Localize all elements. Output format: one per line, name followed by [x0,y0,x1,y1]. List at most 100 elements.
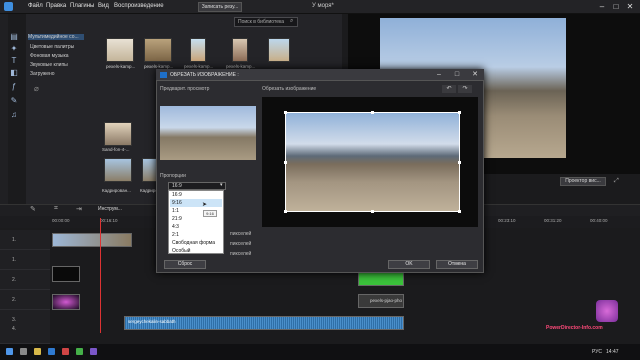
crop-handle[interactable] [371,210,374,213]
crop-handle[interactable] [284,161,287,164]
media-thumb[interactable] [104,122,132,146]
search-input[interactable]: Поиск в библиотека [234,17,298,27]
tooltip: 9:16 [203,210,217,217]
ok-button[interactable]: OK [388,260,430,269]
media-thumb[interactable] [190,38,206,62]
crop-label: Обрезать изображение [262,86,317,92]
ratio-option[interactable]: 4:3 [170,223,222,231]
ratio-option[interactable]: Особый [170,247,222,255]
pip-icon[interactable]: ✎ [8,96,20,106]
minimize-button[interactable]: – [596,1,608,12]
effects-icon[interactable]: ✦ [8,44,20,54]
tick-label: 00:31:20 [544,218,562,223]
fx-icon[interactable]: ƒ [8,82,20,92]
crop-handle[interactable] [458,210,461,213]
menu-view[interactable]: Вид [98,3,109,9]
tick-label: 00:23:10 [498,218,516,223]
ratio-option[interactable]: Свободная форма [170,239,222,247]
close-button[interactable]: ✕ [624,1,636,12]
width-unit: пикселей [230,231,252,237]
redo-button[interactable]: ↷ [458,85,472,93]
media-thumb[interactable] [232,38,248,62]
start-icon[interactable] [6,348,13,355]
title-icon[interactable]: T [8,56,20,66]
audio-clip-label: sergeychekalin-sabbath [128,319,176,324]
height-unit: пикселей [230,241,252,247]
watermark-text: PowerDirector-Info.com [546,325,603,331]
brush-icon[interactable]: ⌀ [34,84,39,93]
video-clip[interactable] [52,294,80,310]
taskbar-app-icon[interactable] [76,348,83,355]
tick-label: 00:00:00 [52,218,70,223]
cancel-button[interactable]: Отмена [436,260,478,269]
crop-icon[interactable]: ⌗ [54,205,58,213]
tools-menu[interactable]: Инструм... [98,206,122,212]
crop-handle[interactable] [284,111,287,114]
undo-button[interactable]: ↶ [442,85,456,93]
track-number: 3. [12,317,17,323]
audio-icon[interactable]: ♫ [8,110,20,120]
chevron-down-icon[interactable]: ▾ [220,182,223,188]
cursor-icon: ➤ [202,202,208,208]
crop-handle[interactable] [284,210,287,213]
ratio-option-selected[interactable]: 9:16 [170,199,222,207]
media-label: Sand-fon-4-... [102,147,130,152]
split-icon[interactable]: ⇥ [76,205,82,213]
clock[interactable]: 14:47 [606,349,619,355]
maximize-button[interactable]: □ [610,1,622,12]
taskbar-app-icon[interactable] [20,348,27,355]
media-label: Кадрирован... [102,188,131,193]
pen-icon[interactable]: ✎ [30,205,36,213]
track-header: 1. [0,230,50,250]
track-header: 1. [0,250,50,270]
media-label: pexels-kamp... [106,64,136,69]
video-clip[interactable] [358,272,404,286]
crop-handle[interactable] [458,111,461,114]
projector-button[interactable]: Проектор вис... [560,177,606,186]
media-thumb[interactable] [268,38,290,62]
ratio-option[interactable]: 16:9 [170,191,222,199]
small-preview-image [160,106,256,160]
dialog-close-button[interactable]: ✕ [470,70,480,80]
menu-playback[interactable]: Воспроизведение [114,3,164,9]
sidebar-item-palettes[interactable]: Цветовые палитры [30,44,86,50]
app-logo-icon [4,2,13,11]
search-icon[interactable]: ⌕ [290,18,293,25]
dialog-title: ОБРЕЗАТЬ ИЗОБРАЖЕНИЕ : [170,72,239,78]
reset-button[interactable]: Сброс [164,260,206,269]
media-thumb[interactable] [106,38,134,62]
track-header: 4. [0,324,50,344]
capture-button[interactable]: Записать резу... [198,2,242,12]
track-header: 2. [0,290,50,310]
ratio-select[interactable]: 16:9 [168,182,226,190]
sidebar-item-downloaded[interactable]: Загружено [30,71,86,77]
track-number: 1. [12,257,17,263]
taskbar-app-icon[interactable] [34,348,41,355]
taskbar-app-icon[interactable] [62,348,69,355]
media-icon[interactable]: ▤ [8,32,20,42]
video-clip[interactable] [52,266,80,282]
menu-edit[interactable]: Правка [46,3,66,9]
sidebar-item-sounds[interactable]: Звуковые клипы [30,62,86,68]
transition-icon[interactable]: ◧ [8,68,20,78]
left-strip [0,14,8,214]
taskbar-app-icon[interactable] [90,348,97,355]
crop-frame[interactable] [285,112,460,212]
crop-handle[interactable] [458,161,461,164]
media-thumb[interactable] [104,158,132,182]
fullscreen-icon[interactable]: ⤢ [614,178,619,185]
language-indicator[interactable]: РУС [592,349,602,355]
crop-handle[interactable] [371,111,374,114]
taskbar-app-icon[interactable] [48,348,55,355]
sidebar-item-music[interactable]: Фоновая музыка [30,53,86,59]
dialog-maximize-button[interactable]: □ [452,70,462,80]
dialog-minimize-button[interactable]: – [434,70,444,80]
project-title: У моря* [312,3,334,9]
sidebar-item-media[interactable]: Мультимедийное со... [28,34,84,40]
menu-plugins[interactable]: Плагины [70,3,94,9]
video-clip[interactable] [52,233,132,247]
playhead[interactable] [100,218,101,333]
media-thumb[interactable] [144,38,172,62]
ratio-option[interactable]: 2:1 [170,231,222,239]
menu-file[interactable]: Файл [28,3,43,9]
